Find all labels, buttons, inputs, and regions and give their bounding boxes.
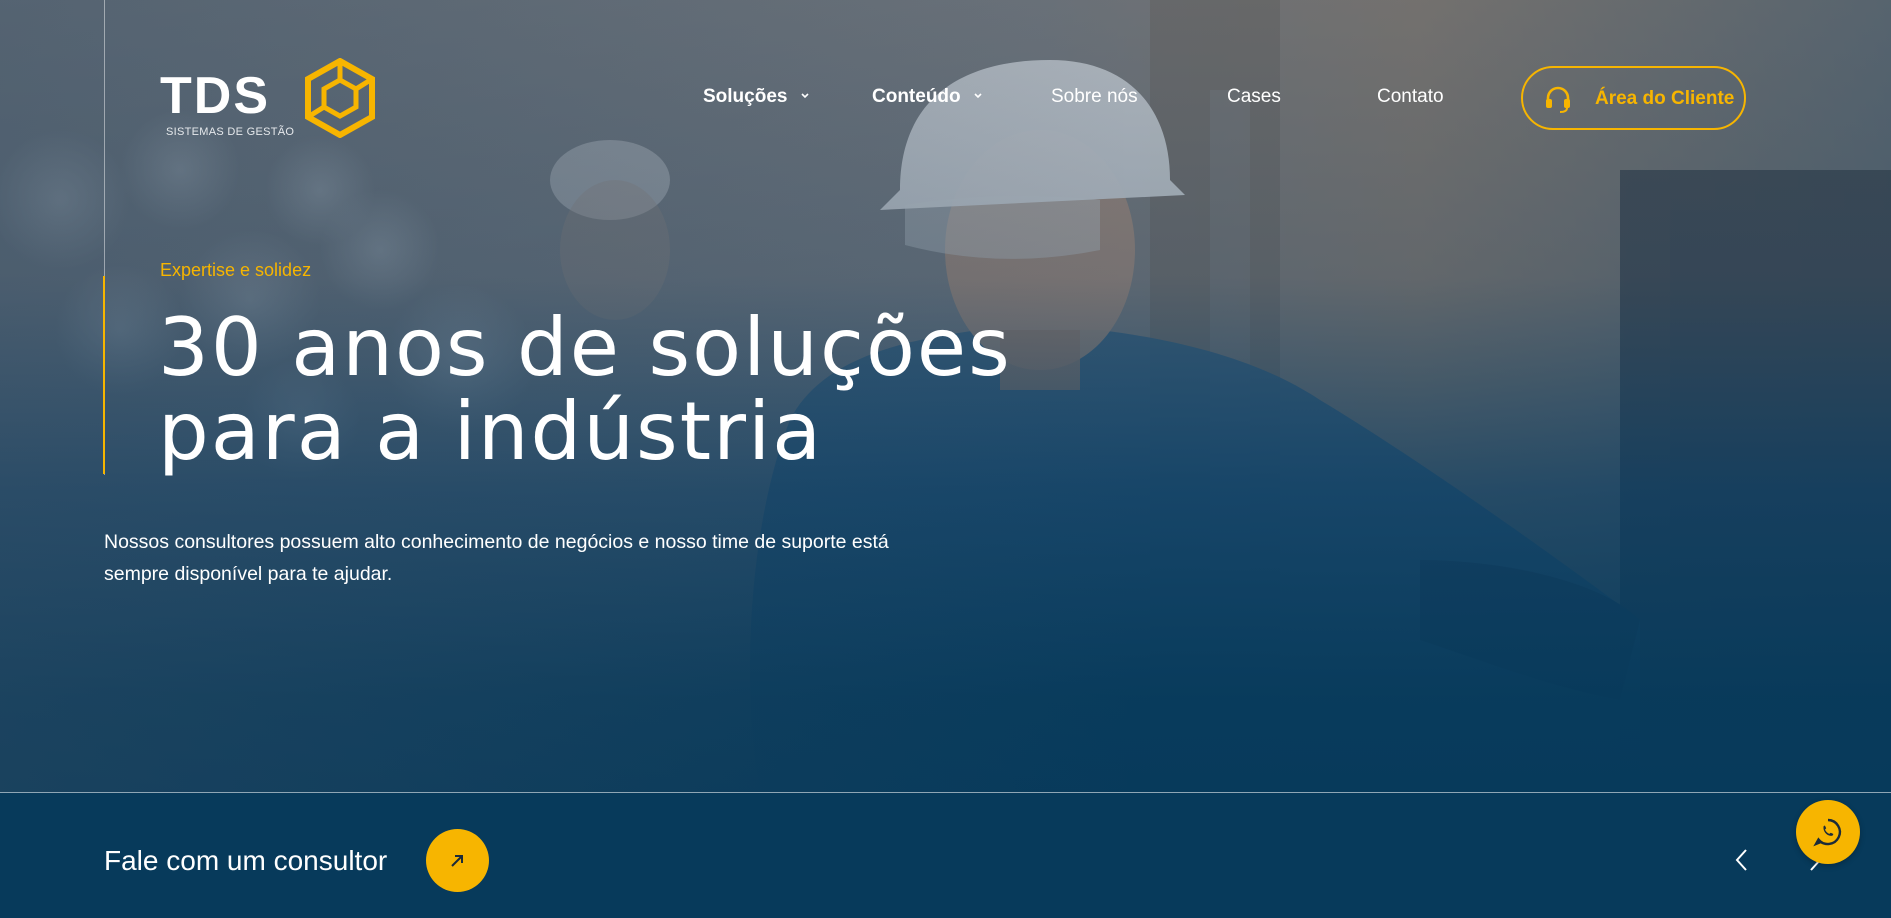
client-area-button[interactable]: Área do Cliente xyxy=(1521,66,1746,130)
accent-line xyxy=(103,276,105,474)
cta-consultor-label[interactable]: Fale com um consultor xyxy=(104,844,387,878)
hero-headline-line-1: 30 anos de soluções xyxy=(158,301,1012,394)
nav-item-label: Sobre nós xyxy=(1051,86,1138,107)
hexagon-logo-icon xyxy=(305,58,375,138)
logo-tagline: SISTEMAS DE GESTÃO xyxy=(166,126,295,138)
headset-icon xyxy=(1546,86,1570,113)
nav-item-label: Cases xyxy=(1227,86,1281,107)
nav-item-conteudo[interactable]: Conteúdo xyxy=(872,84,982,110)
nav-item-cases[interactable]: Cases xyxy=(1227,84,1281,110)
hero-eyebrow: Expertise e solidez xyxy=(160,260,312,280)
chevron-down-icon xyxy=(801,93,809,99)
arrow-up-right-icon xyxy=(451,855,463,867)
chevron-left-icon[interactable] xyxy=(1728,845,1756,875)
whatsapp-button[interactable] xyxy=(1796,800,1860,864)
nav-item-label: Contato xyxy=(1377,86,1444,107)
nav-item-sobre-nos[interactable]: Sobre nós xyxy=(1051,84,1138,110)
chevron-down-icon xyxy=(974,93,982,99)
nav-item-contato[interactable]: Contato xyxy=(1377,84,1444,110)
nav-item-label: Conteúdo xyxy=(872,86,961,107)
client-area-label: Área do Cliente xyxy=(1595,88,1735,109)
hero-description: Nossos consultores possuem alto conhecim… xyxy=(104,526,964,590)
logo[interactable]: TDS SISTEMAS DE GESTÃO xyxy=(160,58,376,142)
cta-consultor-button[interactable] xyxy=(426,829,489,892)
hero-headline-line-2: para a indústria xyxy=(158,385,824,478)
nav-item-label: Soluções xyxy=(703,86,788,107)
nav-item-solucoes[interactable]: Soluções xyxy=(703,84,809,110)
whatsapp-icon xyxy=(1813,818,1842,847)
hero-headline: 30 anos de soluções para a indústria xyxy=(158,306,1012,474)
hero-description-line-1: Nossos consultores possuem alto conhecim… xyxy=(104,531,889,553)
logo-wordmark: TDS xyxy=(160,67,270,125)
hero-description-line-2: sempre disponível para te ajudar. xyxy=(104,563,393,585)
